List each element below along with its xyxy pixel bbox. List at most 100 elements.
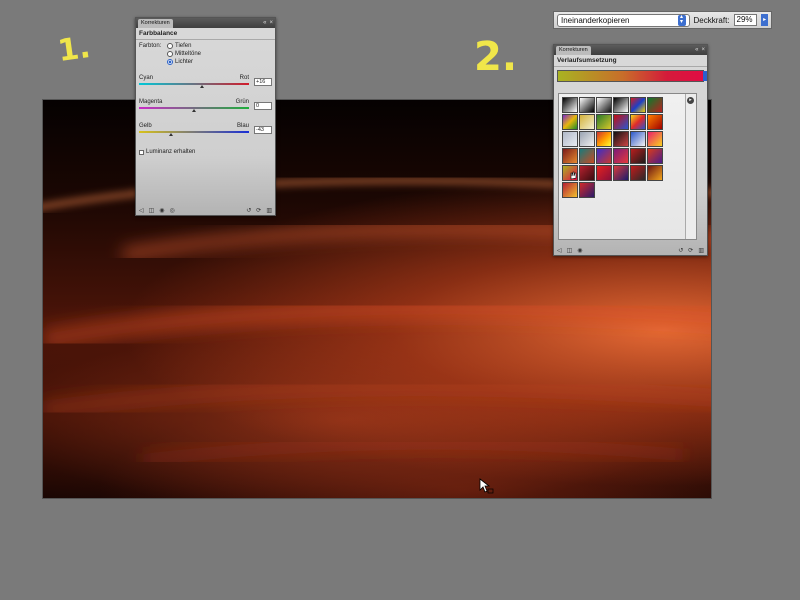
gradient-swatch[interactable] — [647, 114, 663, 130]
color-slider-1: Magenta Grün 0 — [136, 99, 275, 113]
gradient-swatch[interactable] — [579, 165, 595, 181]
color-slider-0: Cyan Rot +16 — [136, 75, 275, 89]
annotation-step-2: 2. — [474, 34, 518, 80]
blend-mode-select[interactable]: Ineinanderkopieren ▴ ▾ — [557, 13, 690, 27]
opacity-dropdown-icon[interactable]: ▸ — [761, 14, 768, 26]
refresh-icon[interactable]: ⟳ — [256, 207, 261, 214]
slider-thumb[interactable] — [199, 85, 204, 88]
clip-icon[interactable]: ◫ — [567, 247, 573, 254]
panel-tabbar: Korrekturen « × — [554, 45, 707, 55]
move-cursor-icon — [479, 478, 494, 494]
slider-value-input[interactable]: -43 — [254, 126, 272, 134]
refresh-icon[interactable]: ⟳ — [688, 247, 693, 254]
gradient-swatch[interactable] — [596, 165, 612, 181]
gradient-preview-bar[interactable] — [557, 70, 707, 82]
gradient-swatch[interactable] — [579, 148, 595, 164]
clip-icon[interactable]: ◫ — [149, 207, 155, 214]
picker-menu-icon[interactable]: ▸ — [687, 97, 694, 104]
back-icon[interactable]: ◁ — [557, 247, 562, 254]
opacity-label: Deckkraft: — [693, 15, 730, 25]
gradient-swatch[interactable] — [613, 97, 629, 113]
gradient-swatch[interactable] — [579, 131, 595, 147]
luminance-option[interactable]: Luminanz erhalten — [136, 149, 275, 155]
close-icon[interactable]: × — [701, 47, 705, 53]
blend-mode-arrows-icon[interactable]: ▴ ▾ — [677, 14, 686, 26]
gradient-swatch[interactable] — [596, 97, 612, 113]
gradient-swatch[interactable] — [596, 148, 612, 164]
slider-track[interactable] — [139, 83, 249, 85]
collapse-icon[interactable]: « — [263, 20, 266, 26]
tone-radio-label: Mitteltöne — [175, 51, 202, 57]
tone-radio-label: Lichter — [175, 59, 194, 65]
color-balance-panel: Korrekturen « × Farbbalance Farbton: Tie… — [135, 17, 276, 216]
slider-left-label: Gelb — [139, 123, 152, 129]
annotation-step-1: 1. — [55, 29, 93, 70]
gradient-swatch[interactable] — [647, 97, 663, 113]
slider-track[interactable] — [139, 131, 249, 133]
panel-tabbar: Korrekturen « × — [136, 18, 275, 28]
gradient-swatch[interactable] — [613, 165, 629, 181]
slider-thumb[interactable] — [168, 133, 173, 136]
gradient-swatch[interactable] — [562, 182, 578, 198]
radio-dot[interactable] — [167, 51, 173, 57]
gradient-swatch[interactable] — [562, 97, 578, 113]
reset-icon[interactable]: ↺ — [678, 247, 683, 254]
gradient-map-panel: Korrekturen « × Verlaufsumsetzung ▸ ◁ ◫ … — [553, 44, 708, 256]
slider-thumb[interactable] — [192, 109, 196, 112]
gradient-swatch[interactable] — [613, 114, 629, 130]
layer-options-bar: Ineinanderkopieren ▴ ▾ Deckkraft: 29% ▸ — [553, 11, 772, 29]
gradient-swatch[interactable] — [630, 165, 646, 181]
gradient-swatch[interactable] — [647, 165, 663, 181]
gradient-swatch[interactable] — [630, 97, 646, 113]
gradient-swatch[interactable] — [630, 148, 646, 164]
panel-footer: ◁ ◫ ◉ ↺ ⟳ ▥ — [554, 245, 707, 255]
panel-footer: ◁ ◫ ◉ ◎ ↺ ⟳ ▥ — [136, 205, 275, 215]
tone-group: Farbton: Tiefen Mitteltöne Lichter — [136, 40, 275, 65]
blend-mode-value: Ineinanderkopieren — [561, 15, 630, 25]
radio-dot[interactable] — [167, 59, 173, 65]
color-slider-2: Gelb Blau -43 — [136, 123, 275, 137]
picker-scrollbar[interactable] — [685, 94, 696, 239]
tab-adjustments[interactable]: Korrekturen — [138, 19, 173, 28]
tone-radio-1[interactable]: Mitteltöne — [167, 51, 201, 57]
gradient-swatch[interactable] — [596, 131, 612, 147]
gradient-swatch[interactable] — [630, 131, 646, 147]
gradient-swatch[interactable] — [562, 131, 578, 147]
gradient-swatch[interactable] — [613, 148, 629, 164]
slider-labels: Magenta Grün — [139, 99, 249, 105]
gradient-swatch[interactable] — [613, 131, 629, 147]
panel-title: Farbbalance — [136, 28, 275, 40]
gradient-swatch[interactable] — [630, 114, 646, 130]
tone-label: Farbton: — [139, 43, 162, 49]
slider-value-input[interactable]: 0 — [254, 102, 272, 110]
tab-adjustments[interactable]: Korrekturen — [556, 46, 591, 55]
visibility-icon[interactable]: ◉ — [159, 207, 164, 214]
gradient-swatch[interactable] — [596, 114, 612, 130]
gradient-swatch[interactable] — [579, 114, 595, 130]
luminance-label: Luminanz erhalten — [146, 149, 196, 155]
gradient-swatch[interactable] — [562, 148, 578, 164]
gradient-swatch[interactable] — [647, 131, 663, 147]
slider-left-label: Cyan — [139, 75, 154, 81]
gradient-swatch[interactable] — [579, 97, 595, 113]
luminance-checkbox[interactable] — [139, 149, 144, 155]
close-icon[interactable]: × — [269, 20, 273, 26]
slider-value-input[interactable]: +16 — [254, 78, 272, 86]
hand-cursor-icon — [570, 171, 577, 180]
gradient-picker — [558, 93, 697, 240]
tone-radio-0[interactable]: Tiefen — [167, 43, 201, 49]
gradient-swatch[interactable] — [647, 148, 663, 164]
collapse-icon[interactable]: « — [695, 47, 698, 53]
reset-icon[interactable]: ↺ — [246, 207, 251, 214]
visibility-icon[interactable]: ◉ — [577, 247, 582, 254]
opacity-input[interactable]: 29% — [733, 14, 758, 26]
gradient-swatch[interactable] — [562, 114, 578, 130]
slider-left-label: Magenta — [139, 99, 163, 105]
trash-icon[interactable]: ▥ — [698, 247, 704, 254]
back-icon[interactable]: ◁ — [139, 207, 144, 214]
radio-dot[interactable] — [167, 43, 173, 49]
tone-radio-2[interactable]: Lichter — [167, 59, 201, 65]
trash-icon[interactable]: ▥ — [266, 207, 272, 214]
preview-icon[interactable]: ◎ — [170, 207, 175, 214]
gradient-swatch[interactable] — [579, 182, 595, 198]
